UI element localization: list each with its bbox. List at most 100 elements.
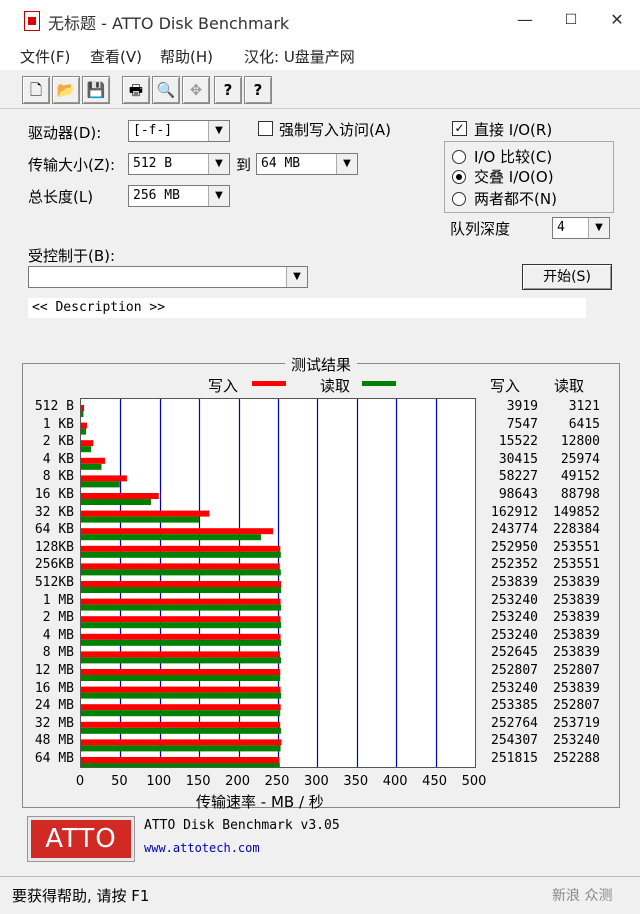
controlled-by-select[interactable]: ▼ [28, 266, 308, 288]
description-field[interactable]: << Description >> [28, 298, 586, 318]
read-value: 253839 [553, 645, 600, 661]
write-bar [81, 440, 94, 447]
row-label: 16 MB [34, 680, 74, 696]
read-value: 253719 [553, 715, 600, 731]
write-value: 253240 [491, 680, 538, 696]
queue-depth-select[interactable]: 4 ▼ [552, 217, 610, 239]
start-button[interactable]: 开始(S) [522, 264, 612, 290]
read-value: 253839 [553, 680, 600, 696]
read-value: 253839 [553, 627, 600, 643]
row-label: 8 MB [42, 645, 74, 661]
write-value: 252352 [491, 557, 538, 573]
transfer-to-value: 64 MB [261, 156, 301, 171]
force-write-label: 强制写入访问(A) [279, 121, 391, 139]
drive-label: 驱动器(D): [28, 124, 102, 142]
write-bar [81, 475, 127, 482]
transfer-from-value: 512 B [133, 156, 173, 171]
new-icon[interactable]: 🗋 [22, 76, 50, 104]
direct-io-checkbox[interactable]: ✓ [452, 121, 467, 136]
window-title: 无标题 - ATTO Disk Benchmark [48, 14, 290, 33]
app-window: 无标题 - ATTO Disk Benchmark — ☐ ✕ 文件(F) 查看… [0, 0, 640, 914]
write-bar [81, 704, 281, 711]
read-bar [81, 411, 84, 417]
open-icon[interactable]: 📂 [52, 76, 80, 104]
title-bar[interactable]: 无标题 - ATTO Disk Benchmark — ☐ ✕ [0, 0, 640, 40]
read-value: 12800 [560, 434, 600, 450]
row-label: 512KB [34, 575, 74, 590]
row-label: 24 MB [34, 698, 74, 714]
write-value: 98643 [498, 487, 538, 502]
row-label: 512 B [34, 399, 74, 414]
total-length-label: 总长度(L) [28, 188, 94, 206]
row-label: 48 MB [34, 733, 74, 749]
total-length-select[interactable]: 256 MB ▼ [128, 185, 230, 207]
menu-localize[interactable]: 汉化: U盘量产网 [244, 46, 355, 67]
io-compare-radio[interactable] [452, 150, 466, 164]
write-bar [81, 633, 281, 640]
write-bar [81, 457, 105, 464]
overlapped-io-radio[interactable] [452, 170, 466, 184]
controlled-by-label: 受控制于(B): [28, 247, 116, 265]
row-label: 8 KB [42, 469, 74, 485]
neither-radio[interactable] [452, 192, 466, 206]
write-bar [81, 422, 87, 429]
row-label: 4 KB [42, 451, 74, 467]
website-link[interactable]: www.attotech.com [144, 841, 260, 855]
maximize-button[interactable]: ☐ [548, 0, 594, 40]
menu-file[interactable]: 文件(F) [20, 46, 70, 67]
read-bar [81, 727, 281, 734]
transfer-size-label: 传输大小(Z): [28, 156, 116, 174]
read-bar [81, 587, 282, 593]
write-value: 30415 [498, 451, 538, 467]
write-value: 253839 [491, 575, 538, 590]
chevron-down-icon[interactable]: ▼ [286, 267, 307, 287]
write-value: 243774 [491, 522, 538, 538]
transfer-from-select[interactable]: 512 B ▼ [128, 153, 230, 175]
close-button[interactable]: ✕ [594, 0, 640, 40]
write-bar [81, 616, 281, 623]
chevron-down-icon[interactable]: ▼ [336, 154, 357, 174]
chevron-down-icon[interactable]: ▼ [588, 218, 609, 238]
write-value: 252807 [491, 663, 538, 678]
read-bar [81, 639, 282, 646]
save-icon[interactable]: 💾 [82, 76, 110, 104]
drive-select[interactable]: [-f-] ▼ [128, 120, 230, 142]
print-preview-icon[interactable]: 🔍 [152, 76, 180, 104]
queue-depth-value: 4 [557, 220, 565, 235]
transfer-to-select[interactable]: 64 MB ▼ [256, 153, 358, 175]
write-bar [81, 405, 85, 411]
write-value: 162912 [491, 504, 538, 520]
read-value: 149852 [553, 504, 600, 520]
read-bar [81, 551, 281, 558]
neither-label: 两者都不(N) [474, 190, 557, 208]
row-label: 256KB [34, 557, 74, 573]
read-bar [81, 428, 87, 435]
x-tick-label: 50 [111, 774, 128, 789]
menu-view[interactable]: 查看(V) [90, 46, 142, 67]
read-value: 253240 [553, 733, 600, 749]
read-value: 252288 [553, 751, 600, 766]
chevron-down-icon[interactable]: ▼ [208, 154, 229, 174]
context-help-icon[interactable]: ? [244, 76, 272, 104]
read-bar [81, 763, 280, 767]
chevron-down-icon[interactable]: ▼ [208, 121, 229, 141]
minimize-button[interactable]: — [502, 0, 548, 40]
write-value: 253240 [491, 610, 538, 626]
row-label: 16 KB [34, 487, 74, 502]
watermark: 新浪 众测 [552, 888, 613, 904]
read-bar [81, 604, 282, 611]
help-icon[interactable]: ? [214, 76, 242, 104]
read-bar [81, 516, 200, 523]
write-value: 3919 [506, 399, 538, 414]
menu-bar: 文件(F) 查看(V) 帮助(H) 汉化: U盘量产网 [0, 40, 640, 70]
write-bar [81, 545, 281, 552]
print-icon[interactable]: 🖶 [122, 76, 150, 104]
menu-help[interactable]: 帮助(H) [160, 46, 213, 67]
read-value: 252807 [553, 698, 600, 714]
status-bar: 要获得帮助, 请按 F1 新浪 众测 [0, 876, 640, 914]
legend-read-swatch [362, 381, 396, 386]
chevron-down-icon[interactable]: ▼ [208, 186, 229, 206]
move-icon[interactable]: ✥ [182, 76, 210, 104]
results-title: 测试结果 [285, 354, 358, 375]
force-write-checkbox[interactable] [258, 121, 273, 136]
